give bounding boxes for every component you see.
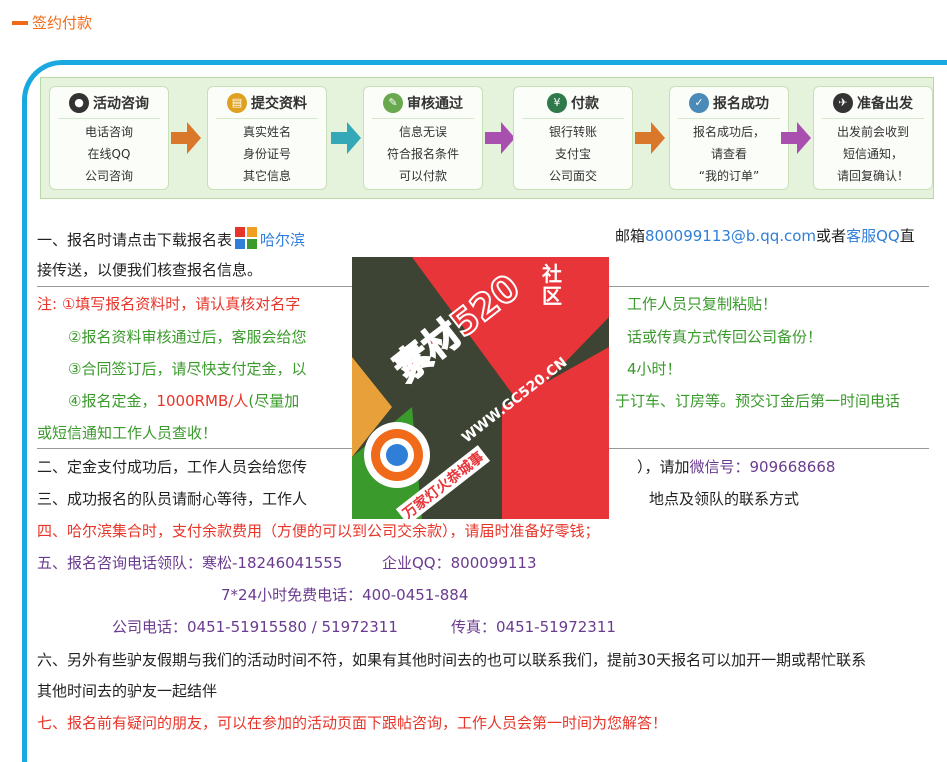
instruction-text: 邮箱	[615, 227, 646, 245]
instruction-7: 七、报名前有疑问的朋友，可以在参加的活动页面下跟帖咨询，工作人员会第一时间为您解…	[37, 714, 668, 732]
step-submit: ▤ 提交资料 真实姓名 身份证号 其它信息	[207, 86, 327, 190]
step-line: 其它信息	[242, 169, 291, 183]
step-line: 请回复确认！	[836, 169, 909, 183]
form-download-link[interactable]: 哈尔滨	[260, 231, 305, 249]
note-text: 工作人员只复制粘贴！	[627, 295, 778, 313]
step-line: 电话咨询	[84, 125, 133, 139]
money-icon: ¥	[547, 92, 567, 113]
instruction-text: 或者	[816, 227, 847, 245]
step-success: ✓ 报名成功 报名成功后， 请查看 “我的订单”	[669, 86, 789, 190]
step-title: 活动咨询	[93, 95, 149, 112]
step-line: “我的订单”	[698, 169, 760, 183]
deposit-amount: 1000RMB/人	[156, 392, 249, 410]
step-line: 公司咨询	[84, 169, 133, 183]
note-text: ③合同签订后，请尽快支付定金，以	[68, 360, 307, 378]
step-title: 提交资料	[251, 95, 307, 112]
instruction-text: 地点及领队的联系方式	[649, 490, 800, 508]
fax: 传真：0451-51972311	[451, 618, 616, 636]
instruction-1: 一、报名时请点击下载报名表 哈尔滨 邮箱800099113@b.qq.com或者客…	[37, 226, 929, 250]
hotline: 7*24小时免费电话：400-0451-884	[221, 586, 469, 604]
company-contact: 公司电话：0451-51915580 / 51972311 传真：0451-51…	[37, 617, 929, 637]
note-text: ②报名资料审核通过后，客服会给您	[68, 328, 307, 346]
email-link[interactable]: 800099113@b.qq.com	[645, 227, 816, 245]
step-title: 付款	[571, 95, 599, 112]
arrow-right-icon	[171, 122, 201, 154]
instruction-text: 三、成功报名的队员请耐心等待，工作人	[37, 490, 308, 508]
document-icon: ▤	[227, 92, 247, 113]
step-payment: ¥ 付款 银行转账 支付宝 公司面交	[513, 86, 633, 190]
step-line: 可以付款	[398, 169, 447, 183]
step-line: 信息无误	[398, 125, 447, 139]
leader-phone: 五、报名咨询电话领队：寒松-18246041555	[37, 554, 343, 572]
plane-icon: ✈	[833, 92, 853, 113]
check-icon: ✓	[689, 92, 709, 113]
step-line: 短信通知，	[842, 147, 903, 161]
instruction-text: 一、报名时请点击下载报名表	[37, 231, 233, 249]
company-qq: 企业QQ：800099113	[382, 554, 537, 572]
arrow-right-icon	[485, 122, 515, 154]
instruction-text: 二、定金支付成功后，工作人员会给您传	[37, 458, 308, 476]
step-line: 请查看	[710, 147, 747, 161]
step-line: 支付宝	[554, 147, 591, 161]
step-review: ✎ 审核通过 信息无误 符合报名条件 可以付款	[363, 86, 483, 190]
arrow-right-icon	[781, 122, 811, 154]
instruction-6-cont: 其他时间去的驴友一起结伴	[37, 682, 218, 700]
step-title: 准备出发	[857, 95, 913, 112]
note-text: 话或传真方式传回公司备份！	[627, 328, 823, 346]
step-line: 出发前会收到	[836, 125, 909, 139]
instruction-text: ），请加	[637, 458, 690, 476]
company-phone: 公司电话：0451-51915580 / 51972311	[112, 618, 398, 636]
note-text: 4小时！	[627, 360, 682, 378]
step-title: 审核通过	[407, 95, 463, 112]
instruction-5: 五、报名咨询电话领队：寒松-18246041555 企业QQ：800099113	[37, 553, 929, 573]
watermark-logo: 素材520 社区 WWW.GC520.CN 万家灯火恭城事	[352, 257, 609, 519]
step-line: 真实姓名	[242, 125, 291, 139]
step-title: 报名成功	[713, 95, 769, 112]
step-line: 在线QQ	[87, 147, 131, 161]
instruction-text: 直	[899, 227, 915, 245]
step-consult: ● 活动咨询 电话咨询 在线QQ 公司咨询	[49, 86, 169, 190]
wechat-id: 微信号：909668668	[689, 458, 836, 476]
section-title: 签约付款	[32, 14, 93, 32]
note-text: 注: ①填写报名资料时，请认真核对名字	[37, 295, 301, 313]
section-marker	[12, 20, 28, 25]
user-icon: ●	[69, 92, 89, 113]
arrow-right-icon	[635, 122, 665, 154]
service-qq-link[interactable]: 客服QQ	[846, 227, 900, 245]
instruction-6: 六、另外有些驴友假期与我们的活动时间不符，如果有其他时间去的也可以联系我们，提前…	[37, 651, 867, 669]
edit-icon: ✎	[383, 92, 403, 113]
step-line: 身份证号	[242, 147, 291, 161]
watermark-side-text: 社区	[542, 262, 562, 308]
form-download-icon[interactable]	[234, 226, 258, 250]
step-line: 银行转账	[548, 125, 597, 139]
note-text: ④报名定金，	[68, 392, 157, 410]
instruction-4: 四、哈尔滨集合时，支付余款费用（方便的可以到公司交余款），请届时准备好零钱；	[37, 522, 600, 540]
process-flow: ● 活动咨询 电话咨询 在线QQ 公司咨询 ▤ 提交资料 真实姓名 身份证号 其它信…	[40, 77, 934, 199]
arrow-right-icon	[331, 122, 361, 154]
section-header: 签约付款	[12, 12, 92, 33]
step-line: 符合报名条件	[386, 147, 459, 161]
step-line: 报名成功后，	[692, 125, 765, 139]
note-text: 于订车、订房等。预交订金后第一时间电话	[615, 392, 901, 410]
note-text: (尽量加	[248, 392, 300, 410]
step-line: 公司面交	[548, 169, 597, 183]
step-depart: ✈ 准备出发 出发前会收到 短信通知， 请回复确认！	[813, 86, 933, 190]
